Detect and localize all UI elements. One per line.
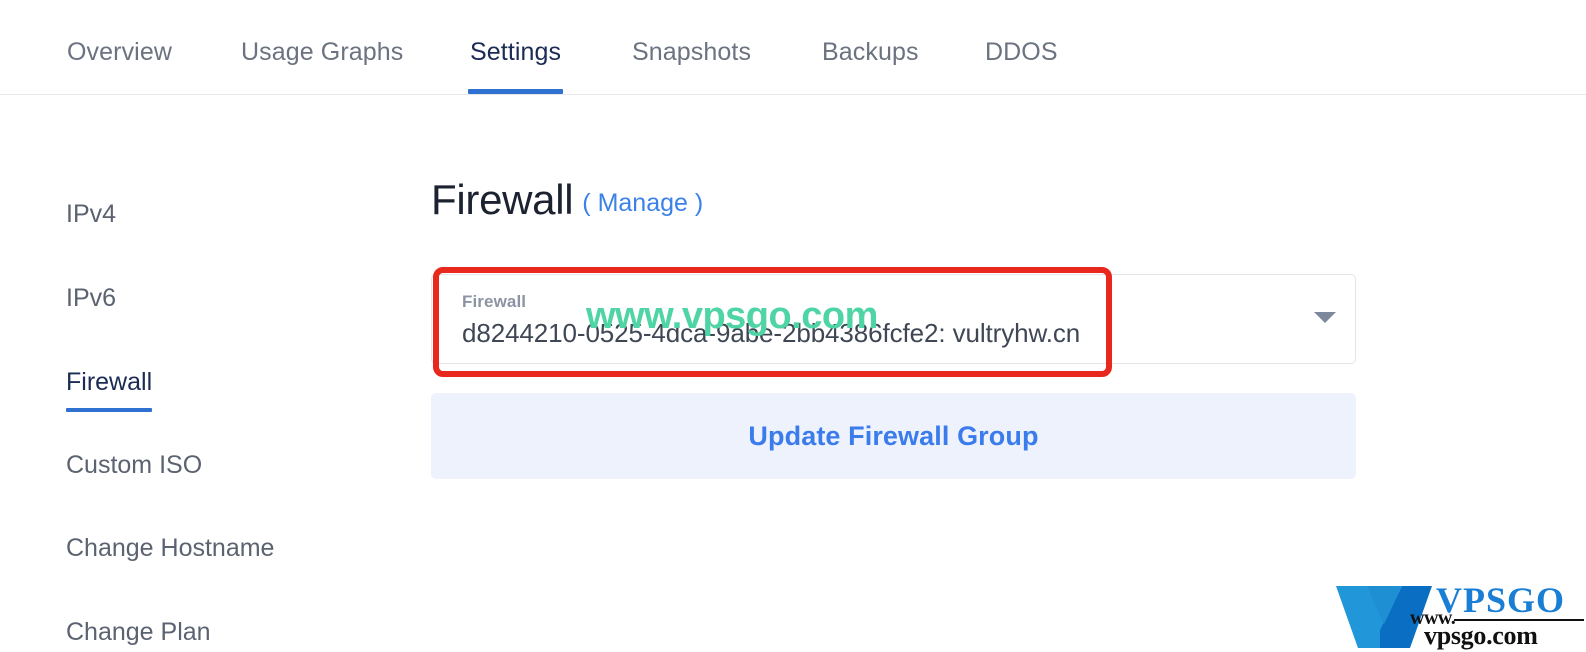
manage-link[interactable]: ( Manage ) xyxy=(582,189,703,217)
sidebar-active-indicator xyxy=(66,408,153,412)
firewall-group-select[interactable]: Firewall d8244210-0525-4dca-9abe-2bb4386… xyxy=(431,274,1356,364)
settings-sidebar: IPv4 IPv6 Firewall Custom ISO Change Hos… xyxy=(0,175,400,652)
chevron-down-icon[interactable] xyxy=(1314,312,1336,323)
tab-settings[interactable]: Settings xyxy=(468,36,564,94)
firewall-select-value: d8244210-0525-4dca-9abe-2bb4386fcfe2: vu… xyxy=(462,318,1081,348)
page-title-text: Firewall xyxy=(431,176,574,223)
tab-ddos-label: DDOS xyxy=(985,38,1058,66)
tab-snapshots[interactable]: Snapshots xyxy=(632,36,751,68)
sidebar-item-change-plan[interactable]: Change Plan xyxy=(66,616,211,648)
update-firewall-group-button[interactable]: Update Firewall Group xyxy=(431,393,1356,479)
tab-ddos[interactable]: DDOS xyxy=(985,36,1058,68)
sidebar-item-ipv6[interactable]: IPv6 xyxy=(66,282,116,314)
tab-usage-graphs-label: Usage Graphs xyxy=(241,38,404,66)
tab-overview[interactable]: Overview xyxy=(67,36,172,68)
sidebar-item-label: Firewall xyxy=(66,368,153,396)
firewall-settings-panel: Firewall ( Manage ) Firewall d8244210-052… xyxy=(400,95,1586,652)
sidebar-item-label: IPv6 xyxy=(66,284,117,312)
sidebar-item-label: IPv4 xyxy=(66,200,117,228)
tab-overview-label: Overview xyxy=(67,38,172,66)
tab-snapshots-label: Snapshots xyxy=(632,38,752,66)
sidebar-item-ipv4[interactable]: IPv4 xyxy=(66,198,116,230)
sidebar-item-change-hostname[interactable]: Change Hostname xyxy=(66,532,274,564)
tab-backups-label: Backups xyxy=(822,38,919,66)
tab-backups[interactable]: Backups xyxy=(822,36,919,68)
sidebar-item-label: Change Plan xyxy=(66,618,211,646)
sidebar-item-label: Change Hostname xyxy=(66,534,275,562)
tab-active-indicator xyxy=(468,89,564,94)
firewall-select-label: Firewall xyxy=(462,292,527,311)
tab-settings-label: Settings xyxy=(470,38,562,66)
sidebar-item-custom-iso[interactable]: Custom ISO xyxy=(66,449,202,481)
sidebar-item-label: Custom ISO xyxy=(66,451,203,479)
tab-usage-graphs[interactable]: Usage Graphs xyxy=(241,36,403,68)
primary-tab-bar: Overview Usage Graphs Settings Snapshots… xyxy=(0,0,1586,95)
sidebar-item-firewall[interactable]: Firewall xyxy=(66,366,153,412)
page-title: Firewall ( Manage ) xyxy=(431,176,703,227)
